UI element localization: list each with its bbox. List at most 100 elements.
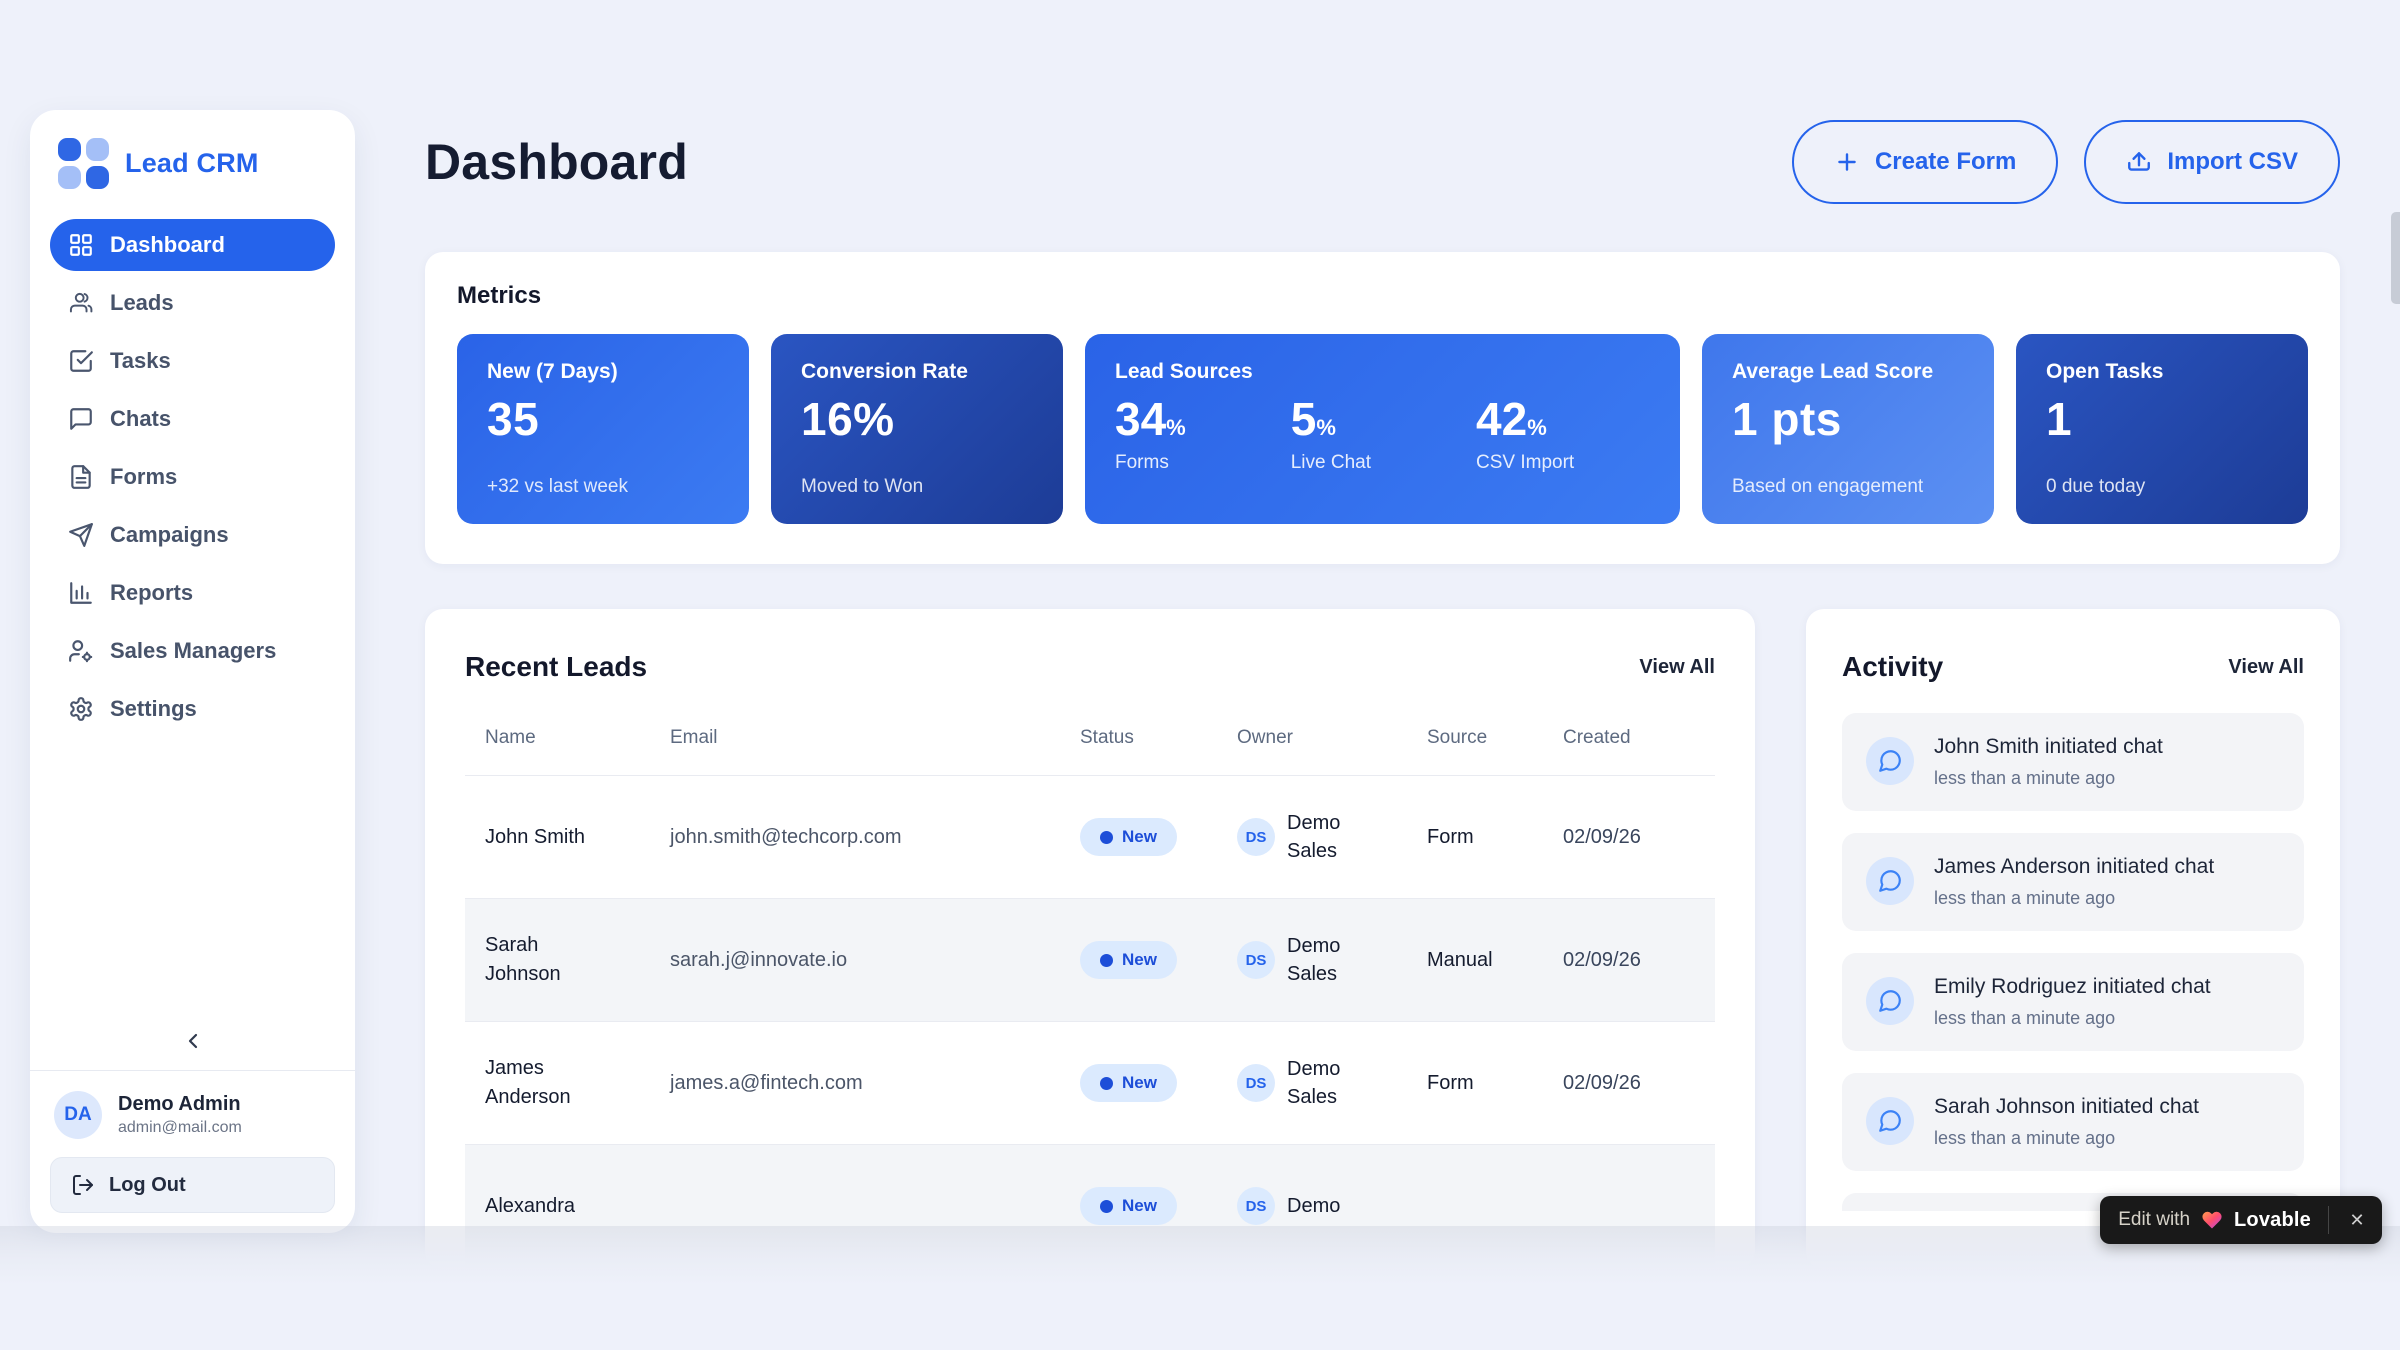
- list-item[interactable]: John Smith initiated chat less than a mi…: [1842, 713, 2304, 811]
- sidebar-item-forms[interactable]: Forms: [50, 451, 335, 503]
- activity-list: John Smith initiated chat less than a mi…: [1842, 713, 2304, 1211]
- metric-label: New (7 Days): [487, 360, 719, 384]
- activity-text: James Anderson initiated chat: [1934, 855, 2214, 879]
- list-item[interactable]: Sarah Johnson initiated chat less than a…: [1842, 1073, 2304, 1171]
- sidebar-item-settings[interactable]: Settings: [50, 683, 335, 735]
- stat-label: CSV Import: [1476, 452, 1574, 474]
- lead-source: Manual: [1427, 949, 1563, 972]
- activity-view-all-link[interactable]: View All: [2228, 656, 2304, 679]
- sidebar-item-label: Reports: [110, 580, 193, 606]
- lead-crm-logo-icon: [58, 138, 109, 189]
- sidebar-item-label: Campaigns: [110, 522, 229, 548]
- lead-source-stat-csv-import: 42% CSV Import: [1476, 392, 1574, 474]
- check-square-icon: [68, 348, 94, 374]
- sidebar-item-sales-managers[interactable]: Sales Managers: [50, 625, 335, 677]
- table-row[interactable]: Sarah Johnson sarah.j@innovate.io New DS…: [465, 899, 1715, 1022]
- metric-label: Average Lead Score: [1732, 360, 1964, 384]
- import-csv-button[interactable]: Import CSV: [2084, 120, 2340, 204]
- create-form-button[interactable]: Create Form: [1792, 120, 2058, 204]
- lead-source-stats: 34% Forms 5% Live Chat 42% CSV Import: [1115, 392, 1650, 474]
- metric-subtext: Based on engagement: [1732, 476, 1964, 498]
- lead-source: Form: [1427, 1072, 1563, 1095]
- lead-name: James Anderson: [485, 1054, 610, 1112]
- logo-dot: [86, 138, 109, 161]
- metric-label: Open Tasks: [2046, 360, 2278, 384]
- logo-dot: [86, 166, 109, 189]
- list-item[interactable]: Emily Rodriguez initiated chat less than…: [1842, 953, 2304, 1051]
- status-dot-icon: [1100, 1200, 1113, 1213]
- activity-timestamp: less than a minute ago: [1934, 768, 2163, 789]
- status-label: New: [1122, 1196, 1157, 1216]
- metric-value: 1 pts: [1732, 392, 1964, 446]
- lead-email: john.smith@techcorp.com: [670, 826, 1080, 849]
- metric-value: 35: [487, 392, 719, 446]
- sidebar-item-campaigns[interactable]: Campaigns: [50, 509, 335, 561]
- metric-subtext: +32 vs last week: [487, 476, 719, 498]
- lead-name: Sarah Johnson: [485, 931, 610, 989]
- sidebar-item-chats[interactable]: Chats: [50, 393, 335, 445]
- lovable-badge[interactable]: Edit with Lovable ✕: [2100, 1196, 2382, 1244]
- owner-avatar: DS: [1237, 941, 1275, 979]
- user-name: Demo Admin: [118, 1093, 242, 1116]
- user-profile[interactable]: DA Demo Admin admin@mail.com: [50, 1071, 335, 1157]
- users-icon: [68, 290, 94, 316]
- chevron-left-icon: [181, 1029, 205, 1053]
- table-row[interactable]: Alexandra New DSDemo: [465, 1145, 1715, 1268]
- activity-text: John Smith initiated chat: [1934, 735, 2163, 759]
- owner-name: Demo Sales: [1287, 1055, 1355, 1111]
- logo-dot: [58, 166, 81, 189]
- table-row[interactable]: James Anderson james.a@fintech.com New D…: [465, 1022, 1715, 1145]
- metric-label: Conversion Rate: [801, 360, 1033, 384]
- table-row[interactable]: John Smith john.smith@techcorp.com New D…: [465, 776, 1715, 899]
- sidebar-item-label: Dashboard: [110, 232, 225, 258]
- sidebar-item-reports[interactable]: Reports: [50, 567, 335, 619]
- sidebar-item-label: Chats: [110, 406, 171, 432]
- lead-name: Alexandra: [485, 1192, 575, 1221]
- metric-card-conversion-rate: Conversion Rate 16% Moved to Won: [771, 334, 1063, 524]
- owner-name: Demo: [1287, 1192, 1340, 1220]
- sidebar: Lead CRM Dashboard Leads Tasks: [30, 110, 355, 1233]
- divider: [2328, 1206, 2329, 1234]
- brand: Lead CRM: [50, 132, 335, 189]
- column-header-source: Source: [1427, 727, 1563, 765]
- column-header-email: Email: [670, 727, 1080, 765]
- status-dot-icon: [1100, 954, 1113, 967]
- lead-created: 02/09/26: [1563, 1072, 1715, 1095]
- paper-plane-icon: [68, 522, 94, 548]
- status-badge: New: [1080, 818, 1177, 856]
- sidebar-collapse-button[interactable]: [173, 1026, 213, 1056]
- recent-leads-view-all-link[interactable]: View All: [1639, 656, 1715, 679]
- chat-bubble-icon: [1866, 977, 1914, 1025]
- stat-label: Forms: [1115, 452, 1186, 474]
- sidebar-bottom: DA Demo Admin admin@mail.com Log Out: [50, 1016, 335, 1213]
- scrollbar-thumb[interactable]: [2391, 212, 2400, 304]
- lovable-badge-prefix: Edit with: [2118, 1209, 2190, 1231]
- page-header: Dashboard Create Form Import CSV: [425, 116, 2340, 208]
- owner-avatar: DS: [1237, 1064, 1275, 1102]
- dashboard-grid-icon: [68, 232, 94, 258]
- log-out-button[interactable]: Log Out: [50, 1157, 335, 1213]
- metric-subtext: 0 due today: [2046, 476, 2278, 498]
- lead-email: sarah.j@innovate.io: [670, 949, 1080, 972]
- sidebar-item-tasks[interactable]: Tasks: [50, 335, 335, 387]
- sidebar-item-dashboard[interactable]: Dashboard: [50, 219, 335, 271]
- page-title: Dashboard: [425, 133, 688, 191]
- status-label: New: [1122, 827, 1157, 847]
- status-badge: New: [1080, 1187, 1177, 1225]
- list-item[interactable]: James Anderson initiated chat less than …: [1842, 833, 2304, 931]
- sidebar-item-label: Settings: [110, 696, 197, 722]
- column-header-created: Created: [1563, 727, 1715, 765]
- bar-chart-icon: [68, 580, 94, 606]
- document-icon: [68, 464, 94, 490]
- status-badge: New: [1080, 1064, 1177, 1102]
- header-actions: Create Form Import CSV: [1792, 120, 2340, 204]
- close-icon[interactable]: ✕: [2340, 1203, 2374, 1237]
- activity-text: Sarah Johnson initiated chat: [1934, 1095, 2199, 1119]
- status-label: New: [1122, 950, 1157, 970]
- sidebar-item-leads[interactable]: Leads: [50, 277, 335, 329]
- leads-table-header: Name Email Status Owner Source Created: [465, 717, 1715, 776]
- activity-timestamp: less than a minute ago: [1934, 888, 2214, 909]
- sidebar-item-label: Leads: [110, 290, 174, 316]
- leads-table: Name Email Status Owner Source Created J…: [465, 717, 1715, 1268]
- lead-created: 02/09/26: [1563, 826, 1715, 849]
